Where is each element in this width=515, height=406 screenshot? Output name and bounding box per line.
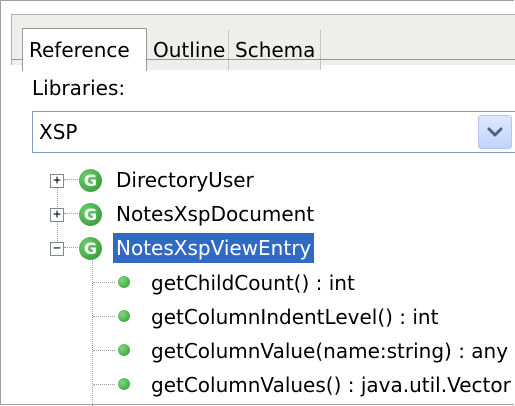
class-icon: G <box>79 203 102 226</box>
tree-item-label: NotesXspDocument <box>116 202 315 226</box>
method-icon <box>118 344 130 356</box>
class-icon: G <box>79 169 102 192</box>
method-label: getChildCount() : int <box>151 271 355 295</box>
expand-plus-icon[interactable]: + <box>50 174 64 188</box>
method-icon <box>118 310 130 322</box>
tab-outline[interactable]: Outline <box>147 30 229 70</box>
tree-item-directoryuser[interactable]: + G DirectoryUser <box>1 163 515 197</box>
libraries-select[interactable]: XSP <box>32 111 515 153</box>
tree-item-label-selected: NotesXspViewEntry <box>113 233 315 263</box>
class-icon: G <box>79 237 102 260</box>
reference-panel: Reference Outline Schema Libraries: XSP <box>0 0 515 406</box>
expand-plus-icon[interactable]: + <box>50 208 64 222</box>
method-label: getColumnIndentLevel() : int <box>151 305 439 329</box>
tree-item-notesxspviewentry[interactable]: − G NotesXspViewEntry <box>1 231 515 265</box>
tree-item-method[interactable]: getColumnValue(name:string) : any <box>1 334 515 368</box>
tree-item-method[interactable]: getColumnValues() : java.util.Vector <box>1 368 515 402</box>
libraries-select-value: XSP <box>39 120 78 144</box>
method-label: getColumnValues() : java.util.Vector <box>151 373 511 397</box>
tab-schema[interactable]: Schema <box>229 30 321 70</box>
dropdown-button[interactable] <box>478 115 512 149</box>
tree-item-method[interactable]: getChildCount() : int <box>1 266 515 300</box>
tree-item-notesxspdocument[interactable]: + G NotesXspDocument <box>1 197 515 231</box>
tree-item-method[interactable]: getColumnIndentLevel() : int <box>1 300 515 334</box>
libraries-label: Libraries: <box>32 76 126 100</box>
method-label: getColumnValue(name:string) : any <box>151 339 509 363</box>
chevron-down-icon <box>487 127 503 137</box>
method-icon <box>118 378 130 390</box>
reference-tree: + G DirectoryUser + G NotesXspDocument −… <box>1 161 515 406</box>
tab-reference-label: Reference <box>29 38 130 62</box>
tab-bar: Reference Outline Schema <box>11 14 515 71</box>
method-icon <box>118 276 130 288</box>
tree-item-label: DirectoryUser <box>116 168 254 192</box>
collapse-minus-icon[interactable]: − <box>50 242 64 256</box>
tab-reference[interactable]: Reference <box>22 28 147 71</box>
